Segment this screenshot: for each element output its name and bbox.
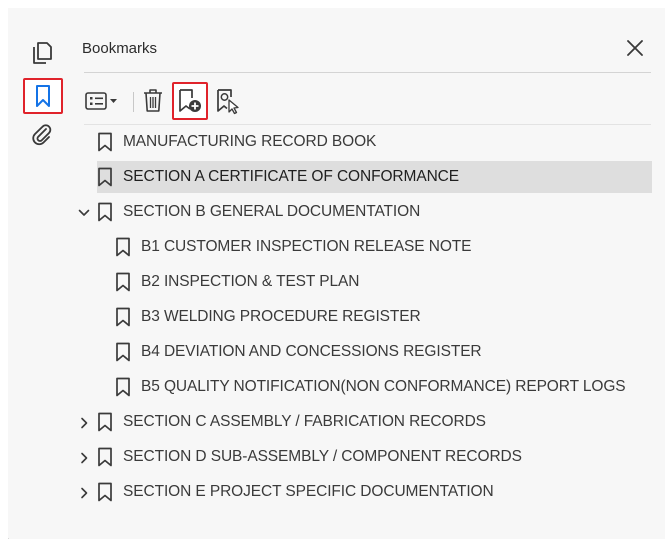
- bookmark-icon: [98, 167, 112, 187]
- bookmark-icon: [116, 377, 130, 397]
- bookmark-label: B5 QUALITY NOTIFICATION(NON CONFORMANCE)…: [141, 378, 626, 395]
- bookmark-item-selected[interactable]: SECTION A CERTIFICATE OF CONFORMANCE: [97, 161, 652, 193]
- left-rail: [8, 8, 65, 538]
- new-bookmark-button[interactable]: [172, 82, 208, 120]
- bookmarks-button[interactable]: [23, 78, 63, 114]
- bookmark-item[interactable]: SECTION D SUB-ASSEMBLY / COMPONENT RECOR…: [97, 441, 652, 473]
- panel-title: Bookmarks: [82, 40, 158, 57]
- bookmark-item[interactable]: B4 DEVIATION AND CONCESSIONS REGISTER: [115, 336, 652, 368]
- trash-icon: [144, 89, 162, 112]
- expand-toggle[interactable]: [77, 416, 91, 430]
- bookmark-label: MANUFACTURING RECORD BOOK: [123, 133, 377, 150]
- bookmark-find-icon: [217, 89, 239, 115]
- new-bookmark-icon: [179, 89, 201, 112]
- bookmark-icon: [98, 447, 112, 467]
- bookmark-icon: [98, 412, 112, 432]
- bookmark-item[interactable]: SECTION C ASSEMBLY / FABRICATION RECORDS: [97, 406, 652, 438]
- options-menu-button[interactable]: [82, 86, 122, 116]
- bookmark-label: B4 DEVIATION AND CONCESSIONS REGISTER: [141, 343, 482, 360]
- find-current-bookmark-button[interactable]: [212, 86, 244, 116]
- pages-icon: [33, 42, 52, 64]
- bookmark-label: SECTION C ASSEMBLY / FABRICATION RECORDS: [123, 413, 486, 430]
- header-divider: [84, 72, 651, 73]
- bookmark-label: SECTION E PROJECT SPECIFIC DOCUMENTATION: [123, 483, 494, 500]
- bookmark-icon: [98, 132, 112, 152]
- paperclip-icon: [32, 124, 52, 146]
- close-panel-button[interactable]: [621, 34, 649, 62]
- bookmark-icon: [36, 85, 50, 107]
- chevron-right-icon: [81, 487, 88, 499]
- bookmark-label: SECTION A CERTIFICATE OF CONFORMANCE: [123, 168, 459, 185]
- bookmark-item[interactable]: B1 CUSTOMER INSPECTION RELEASE NOTE: [115, 231, 652, 263]
- expand-toggle[interactable]: [77, 451, 91, 465]
- bookmark-icon: [98, 482, 112, 502]
- chevron-down-icon: [78, 209, 90, 216]
- options-menu-icon: [85, 92, 117, 110]
- chevron-right-icon: [81, 452, 88, 464]
- page-thumbnails-button[interactable]: [24, 36, 60, 70]
- bookmark-item[interactable]: B3 WELDING PROCEDURE REGISTER: [115, 301, 652, 333]
- bookmark-item[interactable]: B5 QUALITY NOTIFICATION(NON CONFORMANCE)…: [115, 371, 652, 403]
- bookmark-icon: [116, 237, 130, 257]
- chevron-right-icon: [81, 417, 88, 429]
- toolbar-divider: [84, 124, 651, 125]
- bookmark-label: B2 INSPECTION & TEST PLAN: [141, 273, 360, 290]
- bookmark-icon: [116, 272, 130, 292]
- attachments-button[interactable]: [24, 118, 60, 152]
- bookmark-item[interactable]: B2 INSPECTION & TEST PLAN: [115, 266, 652, 298]
- bookmark-label: B1 CUSTOMER INSPECTION RELEASE NOTE: [141, 238, 472, 255]
- bookmark-label: B3 WELDING PROCEDURE REGISTER: [141, 308, 421, 325]
- bookmark-icon: [116, 307, 130, 327]
- bookmark-label: SECTION D SUB-ASSEMBLY / COMPONENT RECOR…: [123, 448, 522, 465]
- bookmark-item[interactable]: SECTION E PROJECT SPECIFIC DOCUMENTATION: [97, 476, 652, 508]
- bookmark-icon: [116, 342, 130, 362]
- collapse-toggle[interactable]: [77, 206, 91, 220]
- bookmark-icon: [98, 202, 112, 222]
- bookmark-item[interactable]: MANUFACTURING RECORD BOOK: [97, 126, 652, 158]
- bookmark-label: SECTION B GENERAL DOCUMENTATION: [123, 203, 421, 220]
- bookmark-item[interactable]: SECTION B GENERAL DOCUMENTATION: [97, 196, 652, 228]
- close-icon: [627, 40, 643, 56]
- toolbar-separator: [133, 92, 134, 112]
- expand-toggle[interactable]: [77, 486, 91, 500]
- delete-bookmark-button[interactable]: [138, 86, 168, 116]
